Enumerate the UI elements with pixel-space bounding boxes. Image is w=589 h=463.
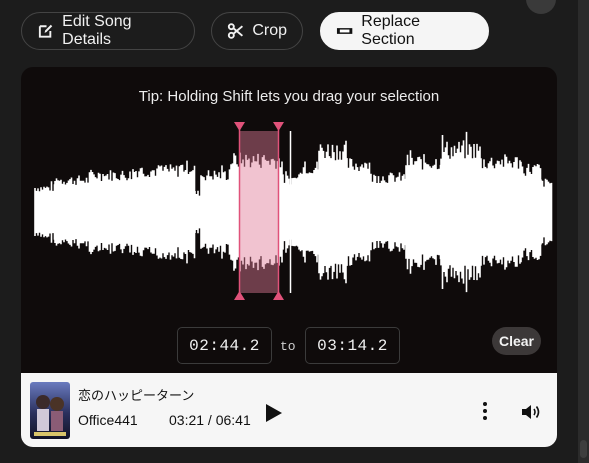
selection-end-handle-top[interactable] — [273, 122, 284, 131]
more-options-icon[interactable] — [477, 400, 493, 422]
end-time-field[interactable]: 03:14.2 — [305, 327, 400, 364]
waveform-path — [34, 131, 553, 293]
waveform-area[interactable] — [21, 117, 557, 307]
player-bar: 恋のハッピーターン Office441 03:21 / 06:41 — [21, 373, 557, 447]
waveform — [34, 131, 553, 293]
scissors-icon — [227, 23, 244, 39]
replace-section-label: Replace Section — [361, 13, 420, 48]
selection-start-handle-top[interactable] — [234, 122, 245, 131]
edit-song-details-button[interactable]: Edit Song Details — [21, 12, 195, 50]
song-title: 恋のハッピーターン — [78, 388, 195, 403]
crop-button[interactable]: Crop — [211, 12, 303, 50]
waveform-editor-panel: Tip: Holding Shift lets you drag your se… — [21, 67, 557, 447]
replace-section-button[interactable]: Replace Section — [320, 12, 489, 50]
album-cover[interactable] — [30, 382, 70, 439]
edit-song-details-label: Edit Song Details — [62, 13, 132, 48]
album-art-image — [30, 382, 70, 439]
page-scrollbar[interactable] — [578, 0, 589, 463]
replace-section-icon — [336, 28, 353, 34]
selection-region[interactable] — [239, 131, 279, 293]
song-artist[interactable]: Office441 — [78, 412, 138, 428]
tip-text: Tip: Holding Shift lets you drag your se… — [138, 88, 440, 105]
start-time-field[interactable]: 02:44.2 — [177, 327, 272, 364]
playback-time: 03:21 / 06:41 — [169, 412, 251, 428]
edit-icon — [38, 24, 53, 38]
scrollbar-thumb[interactable] — [580, 440, 587, 458]
crop-label: Crop — [252, 22, 287, 39]
avatar[interactable] — [526, 0, 556, 14]
volume-icon[interactable] — [520, 402, 542, 422]
to-label: to — [280, 339, 296, 354]
clear-button[interactable]: Clear — [492, 327, 541, 355]
play-icon[interactable] — [261, 401, 285, 425]
